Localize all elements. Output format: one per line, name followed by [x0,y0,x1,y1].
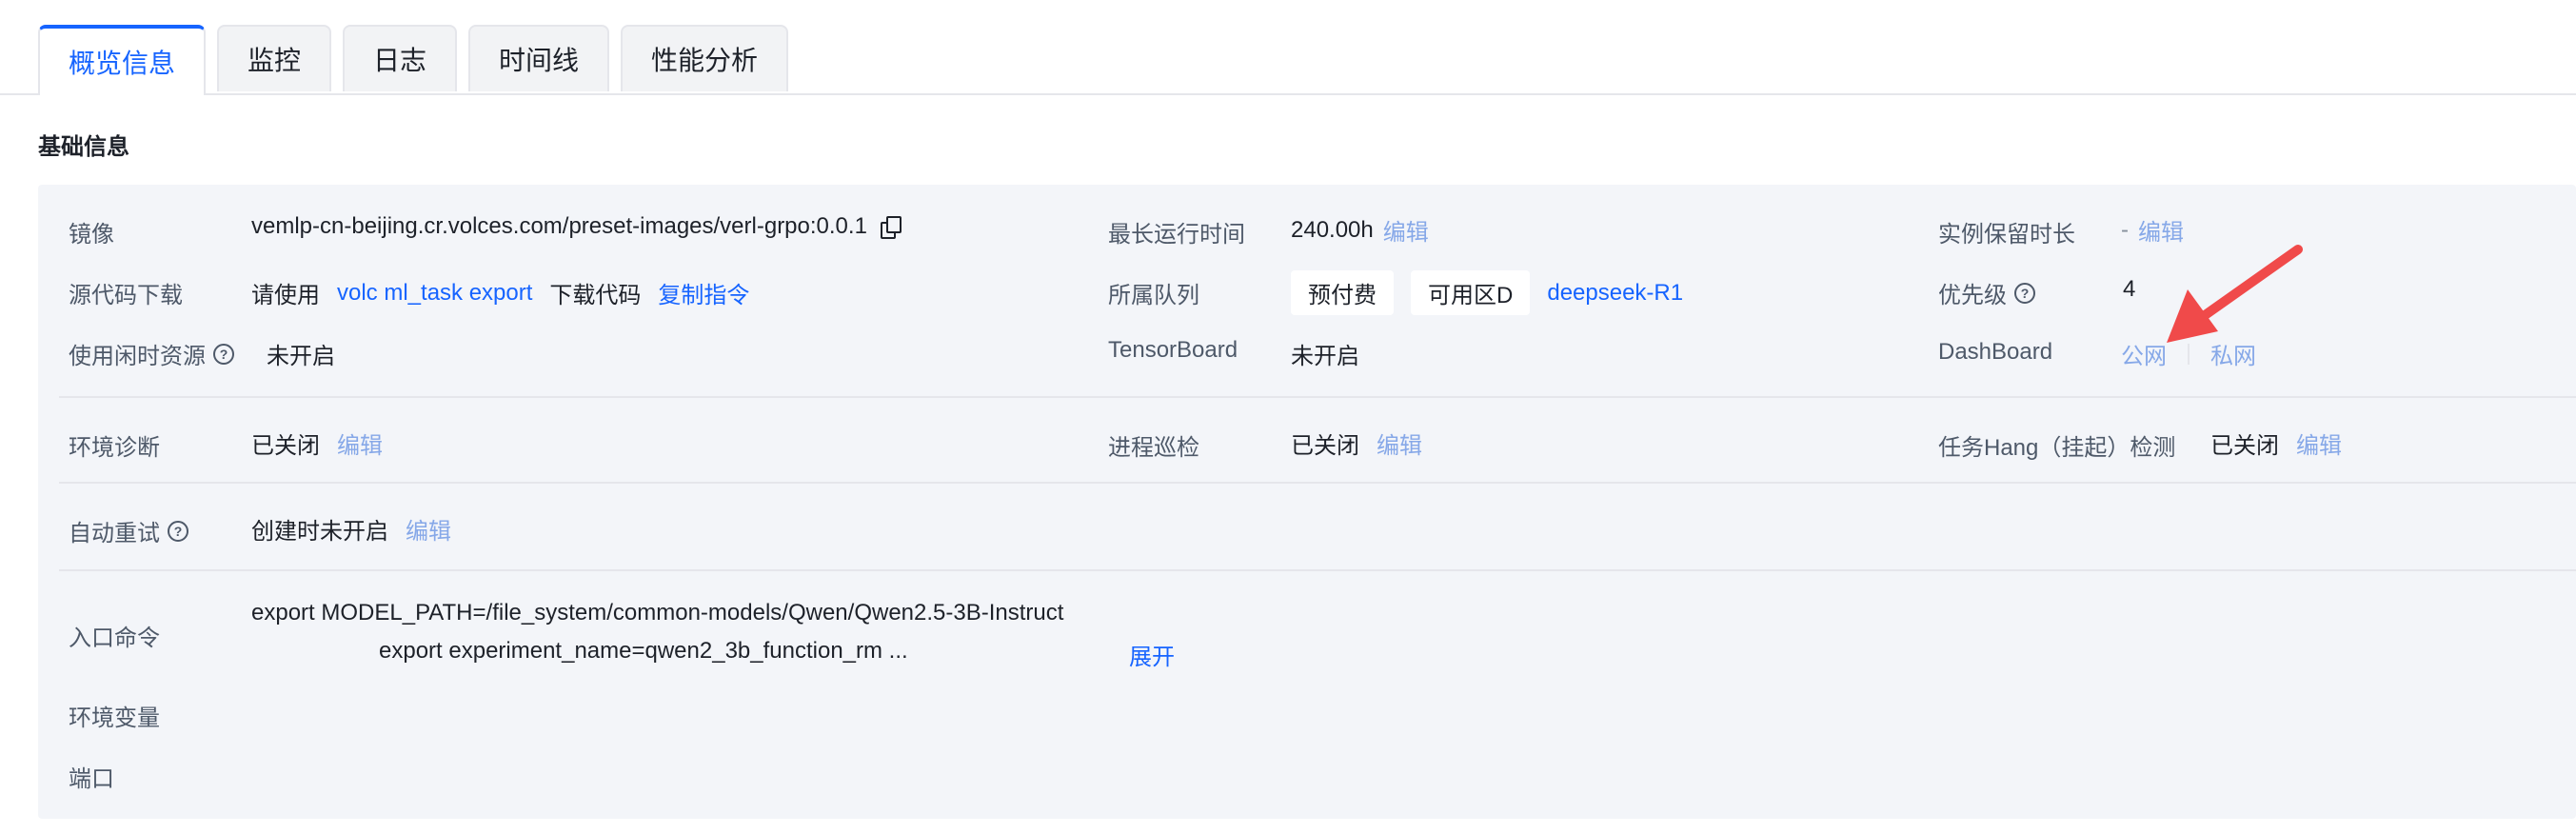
annotation-arrow-icon [2167,245,2303,343]
